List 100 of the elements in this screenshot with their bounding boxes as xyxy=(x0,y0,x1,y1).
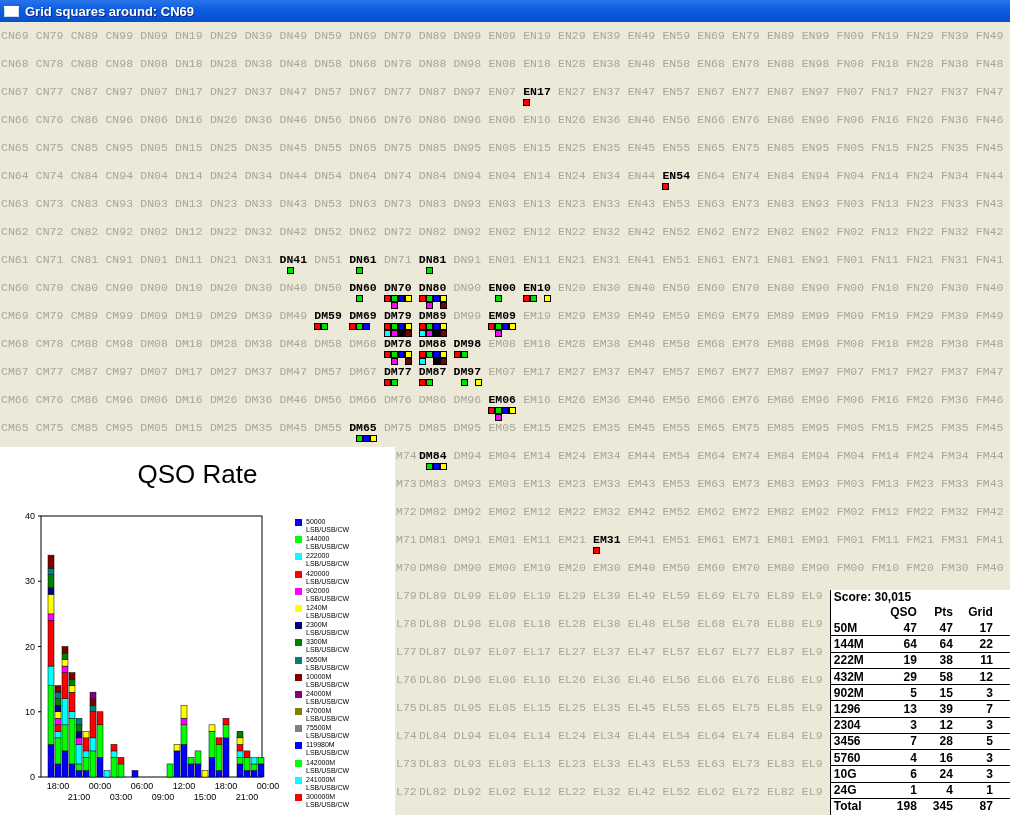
grid-square-label: DM47 xyxy=(279,366,308,378)
grid-square-label: EL64 xyxy=(697,730,726,742)
grid-square-label: DL87 xyxy=(418,646,447,658)
grid-square-label: EN45 xyxy=(627,142,656,154)
grid-square-label: DM39 xyxy=(244,310,273,322)
grid-square-label: CM88 xyxy=(70,338,99,350)
grid-square-label: FM15 xyxy=(871,422,899,434)
grid-square-label: EM41 xyxy=(627,534,656,546)
grid-square-label: CN64 xyxy=(1,170,29,182)
grid-square-label: EL06 xyxy=(488,674,517,686)
grid-square-label: DM26 xyxy=(209,394,238,406)
grid-square-label: EM39 xyxy=(592,310,621,322)
grid-square-label: DN64 xyxy=(349,170,377,182)
grid-square-label: DN89 xyxy=(418,30,447,42)
grid-square-label: FM08 xyxy=(836,338,865,350)
grid-square-label: DM06 xyxy=(140,394,168,406)
grid-square-label: EL13 xyxy=(523,758,551,770)
grid-square-label: DM98 xyxy=(453,338,482,350)
grid-square-label: FM34 xyxy=(941,450,969,462)
grid-square-label: EN33 xyxy=(592,198,621,210)
grid-square-label: EN21 xyxy=(558,254,586,266)
grid-square-label: DN65 xyxy=(349,142,377,154)
grid-square-label: EN05 xyxy=(488,142,516,154)
grid-square-label: DN93 xyxy=(453,198,482,210)
grid-square-label: EL67 xyxy=(697,646,726,658)
grid-square-label: EL62 xyxy=(697,786,726,798)
grid-square-label: CN96 xyxy=(105,114,134,126)
grid-square-label: EN25 xyxy=(558,142,586,154)
grid-square-label: EL9 xyxy=(801,702,823,714)
grid-square-label: EN65 xyxy=(697,142,725,154)
grid-square-label: EN40 xyxy=(627,282,656,294)
grid-square-label: CN80 xyxy=(70,282,99,294)
grid-square-label: EM64 xyxy=(697,450,726,462)
table-cell-text: 3456 xyxy=(832,734,862,749)
grid-square-label: EM20 xyxy=(558,562,586,574)
grid-square-label: EM88 xyxy=(766,338,795,350)
table-cell-text: 4 xyxy=(909,750,917,765)
grid-square-label: EL09 xyxy=(488,590,517,602)
grid-square-label: EM00 xyxy=(488,562,517,574)
grid-square-label: EL88 xyxy=(767,618,795,630)
grid-square-label: DM89 xyxy=(418,310,447,322)
grid-square-label: DN56 xyxy=(314,114,342,126)
grid-square-label: EN80 xyxy=(766,282,795,294)
x-tick-label: 00:00 xyxy=(88,781,112,791)
grid-square-label: EM91 xyxy=(801,534,830,546)
x-tick-label: 21:00 xyxy=(235,792,259,802)
grid-square-label: FM28 xyxy=(906,338,934,350)
grid-square-label: FN42 xyxy=(975,226,1004,238)
grid-square-label: DM86 xyxy=(418,394,447,406)
grid-square-label: DN55 xyxy=(314,142,342,154)
grid-square-label: DN92 xyxy=(453,226,482,238)
grid-square-label: DM82 xyxy=(418,506,447,518)
grid-square-label: CN74 xyxy=(35,170,64,182)
grid-square-label: EM85 xyxy=(766,422,795,434)
grid-square-label: DM56 xyxy=(314,394,342,406)
grid-square-label: EM54 xyxy=(662,450,691,462)
table-cell-text: 29 xyxy=(902,669,917,684)
grid-square-label: DN54 xyxy=(314,170,342,182)
grid-square-label: DN38 xyxy=(244,58,273,70)
grid-square-label: DM48 xyxy=(279,338,308,350)
table-cell-text: 64 xyxy=(938,637,953,652)
grid-square-label: DL93 xyxy=(453,758,482,770)
grid-square-label: EL29 xyxy=(558,590,586,602)
grid-square-label: EN96 xyxy=(801,114,830,126)
grid-square-label: EN89 xyxy=(766,30,795,42)
grid-square-label: EM32 xyxy=(593,506,621,518)
grid-square-label: DN05 xyxy=(140,142,168,154)
grid-square-label: EM44 xyxy=(627,450,656,462)
grid-square-label: DM88 xyxy=(418,338,447,350)
grid-square-label: EN61 xyxy=(697,254,725,266)
grid-square-label: EN53 xyxy=(662,198,691,210)
grid-square-label: EM68 xyxy=(697,338,725,350)
grid-square-label: DN42 xyxy=(279,226,308,238)
grid-square-label: EM40 xyxy=(627,562,656,574)
grid-square-label: EN12 xyxy=(523,226,551,238)
grid-square-label: DN34 xyxy=(244,170,273,182)
table-cell-text: 5 xyxy=(985,734,993,749)
grid-square-label: EN68 xyxy=(697,58,725,70)
grid-square-label: DL89 xyxy=(418,590,447,602)
grid-square-label: CN91 xyxy=(105,254,134,266)
grid-square-label: EM52 xyxy=(662,506,691,518)
grid-square-label: DM67 xyxy=(349,366,377,378)
grid-square-label: EL43 xyxy=(627,758,656,770)
grid-square-label: EN30 xyxy=(592,282,621,294)
grid-square-label: EL35 xyxy=(593,702,621,714)
grid-square-label: CN87 xyxy=(70,86,99,98)
grid-square-label: EL45 xyxy=(627,702,656,714)
grid-square-label: CM96 xyxy=(105,394,134,406)
grid-square-label: EN63 xyxy=(697,198,725,210)
grid-square-label: CM65 xyxy=(1,422,29,434)
grid-square-label: DM59 xyxy=(314,310,342,322)
grid-square-label: FN25 xyxy=(906,142,934,154)
table-cell-text: 3 xyxy=(909,718,917,733)
chart-title: QSO Rate xyxy=(137,459,258,491)
grid-square-label: CM97 xyxy=(105,366,134,378)
grid-square-label: EL36 xyxy=(593,674,621,686)
grid-square-label: EN34 xyxy=(592,170,621,182)
grid-square-label: EM18 xyxy=(523,338,551,350)
grid-square-label: DN99 xyxy=(453,30,482,42)
grid-square-label: EN15 xyxy=(523,142,551,154)
